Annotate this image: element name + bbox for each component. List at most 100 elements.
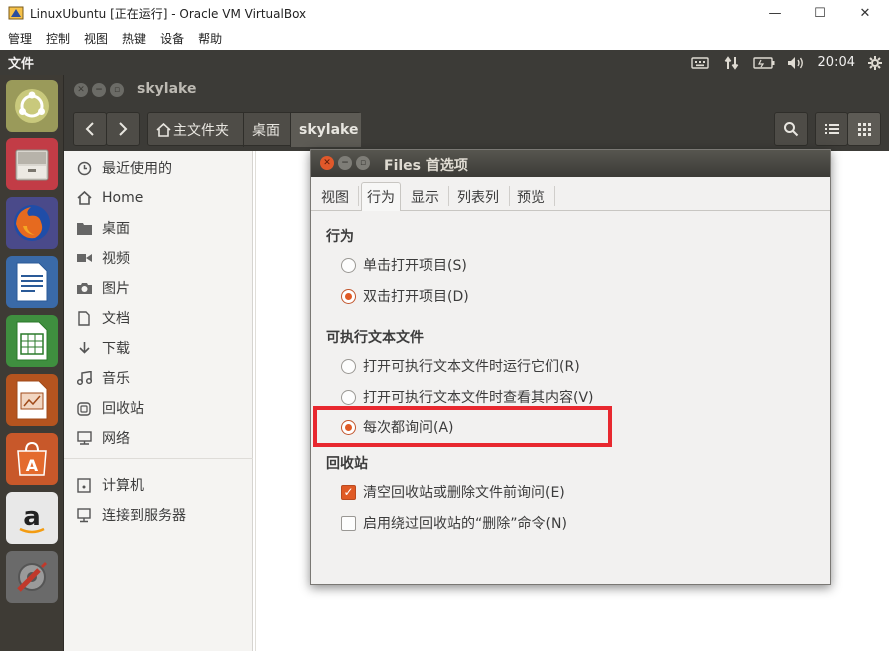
files-icon[interactable]: [6, 138, 58, 190]
svg-text:a: a: [23, 502, 41, 532]
section-behavior-header: 行为: [326, 229, 354, 245]
impress-icon[interactable]: [6, 374, 58, 426]
virtualbox-icon: [8, 5, 24, 21]
writer-icon[interactable]: [6, 256, 58, 308]
section-trash-header: 回收站: [326, 456, 368, 472]
firefox-icon[interactable]: [6, 197, 58, 249]
home-icon: [76, 190, 92, 206]
preferences-tabs: 视图 行为 显示 列表列 预览: [311, 177, 830, 211]
tab-behavior[interactable]: 行为: [361, 182, 401, 211]
menu-manage[interactable]: 管理: [8, 30, 32, 47]
list-view-button[interactable]: [815, 112, 848, 146]
grid-view-button[interactable]: [847, 112, 881, 146]
checkbox-confirm-trash[interactable]: ✓: [341, 484, 356, 500]
preferences-title: Files 首选项: [384, 158, 468, 174]
network-icon[interactable]: [716, 50, 748, 75]
system-settings-icon[interactable]: [6, 551, 58, 603]
breadcrumb: 主文件夹 桌面 skylake: [147, 112, 361, 147]
music-icon: [76, 370, 92, 386]
tab-preview[interactable]: 预览: [511, 182, 551, 211]
files-close-button[interactable]: ✕: [74, 83, 88, 97]
sidebar-item-computer[interactable]: 计算机: [64, 470, 253, 500]
sidebar-item-desktop[interactable]: 桌面: [64, 213, 253, 243]
radio-ask-each-time[interactable]: [341, 419, 356, 435]
option-run-executable[interactable]: 打开可执行文本文件时运行它们(R): [341, 355, 580, 377]
forward-button[interactable]: [106, 112, 140, 146]
trash-icon: [76, 400, 92, 416]
breadcrumb-home[interactable]: 主文件夹: [148, 113, 244, 147]
panel-clock[interactable]: 20:04: [812, 55, 861, 70]
keyboard-icon[interactable]: [684, 50, 716, 75]
sidebar-item-recent[interactable]: 最近使用的: [64, 153, 253, 183]
sidebar-item-documents[interactable]: 文档: [64, 303, 253, 333]
host-window-title: LinuxUbuntu [正在运行] - Oracle VM VirtualBo…: [30, 6, 307, 21]
sidebar-item-trash[interactable]: 回收站: [64, 393, 253, 423]
checkbox-bypass-trash[interactable]: [341, 515, 356, 531]
tab-display[interactable]: 显示: [405, 182, 445, 211]
breadcrumb-skylake[interactable]: skylake: [291, 113, 361, 147]
sidebar-item-downloads[interactable]: 下载: [64, 333, 253, 363]
camera-icon: [76, 280, 92, 296]
grid-icon: [857, 122, 871, 136]
sidebar-item-pictures[interactable]: 图片: [64, 273, 253, 303]
ubuntu-dash-icon[interactable]: [6, 80, 58, 132]
files-titlebar: ✕ − ▫ skylake: [64, 75, 889, 105]
volume-icon[interactable]: [780, 50, 812, 75]
menu-view[interactable]: 视图: [84, 30, 108, 47]
radio-view-executable[interactable]: [341, 389, 356, 405]
host-close-button[interactable]: ✕: [842, 0, 888, 26]
battery-icon[interactable]: [748, 50, 780, 75]
option-double-click[interactable]: 双击打开项目(D): [341, 285, 469, 307]
amazon-icon[interactable]: a: [6, 492, 58, 544]
tab-separator: [448, 186, 449, 206]
sidebar-item-music[interactable]: 音乐: [64, 363, 253, 393]
radio-double-click[interactable]: [341, 288, 356, 304]
option-ask-each-time[interactable]: 每次都询问(A): [341, 416, 454, 438]
sidebar-item-network[interactable]: 网络: [64, 423, 253, 453]
option-single-click[interactable]: 单击打开项目(S): [341, 254, 467, 276]
host-maximize-button[interactable]: ☐: [797, 0, 843, 26]
search-icon: [784, 122, 799, 137]
tab-view[interactable]: 视图: [315, 182, 355, 211]
sidebar-item-videos[interactable]: 视频: [64, 243, 253, 273]
video-icon: [76, 250, 92, 266]
download-icon: [76, 340, 92, 356]
calc-icon[interactable]: [6, 315, 58, 367]
preferences-maximize-button[interactable]: ▫: [356, 156, 370, 170]
chevron-left-icon: [85, 122, 94, 136]
software-center-icon[interactable]: A: [6, 433, 58, 485]
back-button[interactable]: [73, 112, 107, 146]
computer-icon: [76, 477, 92, 493]
option-confirm-trash[interactable]: ✓ 清空回收站或删除文件前询问(E): [341, 481, 565, 503]
menu-hotkey[interactable]: 热键: [122, 30, 146, 47]
clock-icon: [76, 160, 92, 176]
chevron-right-icon: [119, 122, 128, 136]
option-view-executable[interactable]: 打开可执行文本文件时查看其内容(V): [341, 386, 594, 408]
preferences-titlebar: ✕ − ▫ Files 首选项: [311, 150, 830, 177]
preferences-dialog: ✕ − ▫ Files 首选项 视图 行为 显示 列表列 预览 行为 单击打开项…: [310, 149, 831, 585]
radio-single-click[interactable]: [341, 257, 356, 273]
sidebar-item-home[interactable]: Home: [64, 183, 253, 213]
host-minimize-button[interactable]: —: [752, 0, 798, 26]
menu-devices[interactable]: 设备: [160, 30, 184, 47]
menu-help[interactable]: 帮助: [198, 30, 222, 47]
sidebar-item-connect-server[interactable]: 连接到服务器: [64, 500, 253, 530]
search-button[interactable]: [774, 112, 808, 146]
settings-icon[interactable]: [861, 50, 889, 75]
option-bypass-trash[interactable]: 启用绕过回收站的“删除”命令(N): [341, 512, 567, 534]
list-icon: [824, 124, 839, 134]
svg-text:A: A: [26, 456, 39, 475]
menu-control[interactable]: 控制: [46, 30, 70, 47]
files-window-title: skylake: [137, 81, 197, 97]
files-minimize-button[interactable]: −: [92, 83, 106, 97]
tab-separator: [358, 186, 359, 206]
files-maximize-button[interactable]: ▫: [110, 83, 124, 97]
tab-list-columns[interactable]: 列表列: [451, 182, 505, 211]
preferences-minimize-button[interactable]: −: [338, 156, 352, 170]
panel-app-name[interactable]: 文件: [8, 53, 34, 72]
preferences-close-button[interactable]: ✕: [320, 156, 334, 170]
sidebar-separator: [64, 458, 253, 459]
document-icon: [76, 310, 92, 326]
breadcrumb-desktop[interactable]: 桌面: [244, 113, 291, 147]
radio-run-executable[interactable]: [341, 358, 356, 374]
